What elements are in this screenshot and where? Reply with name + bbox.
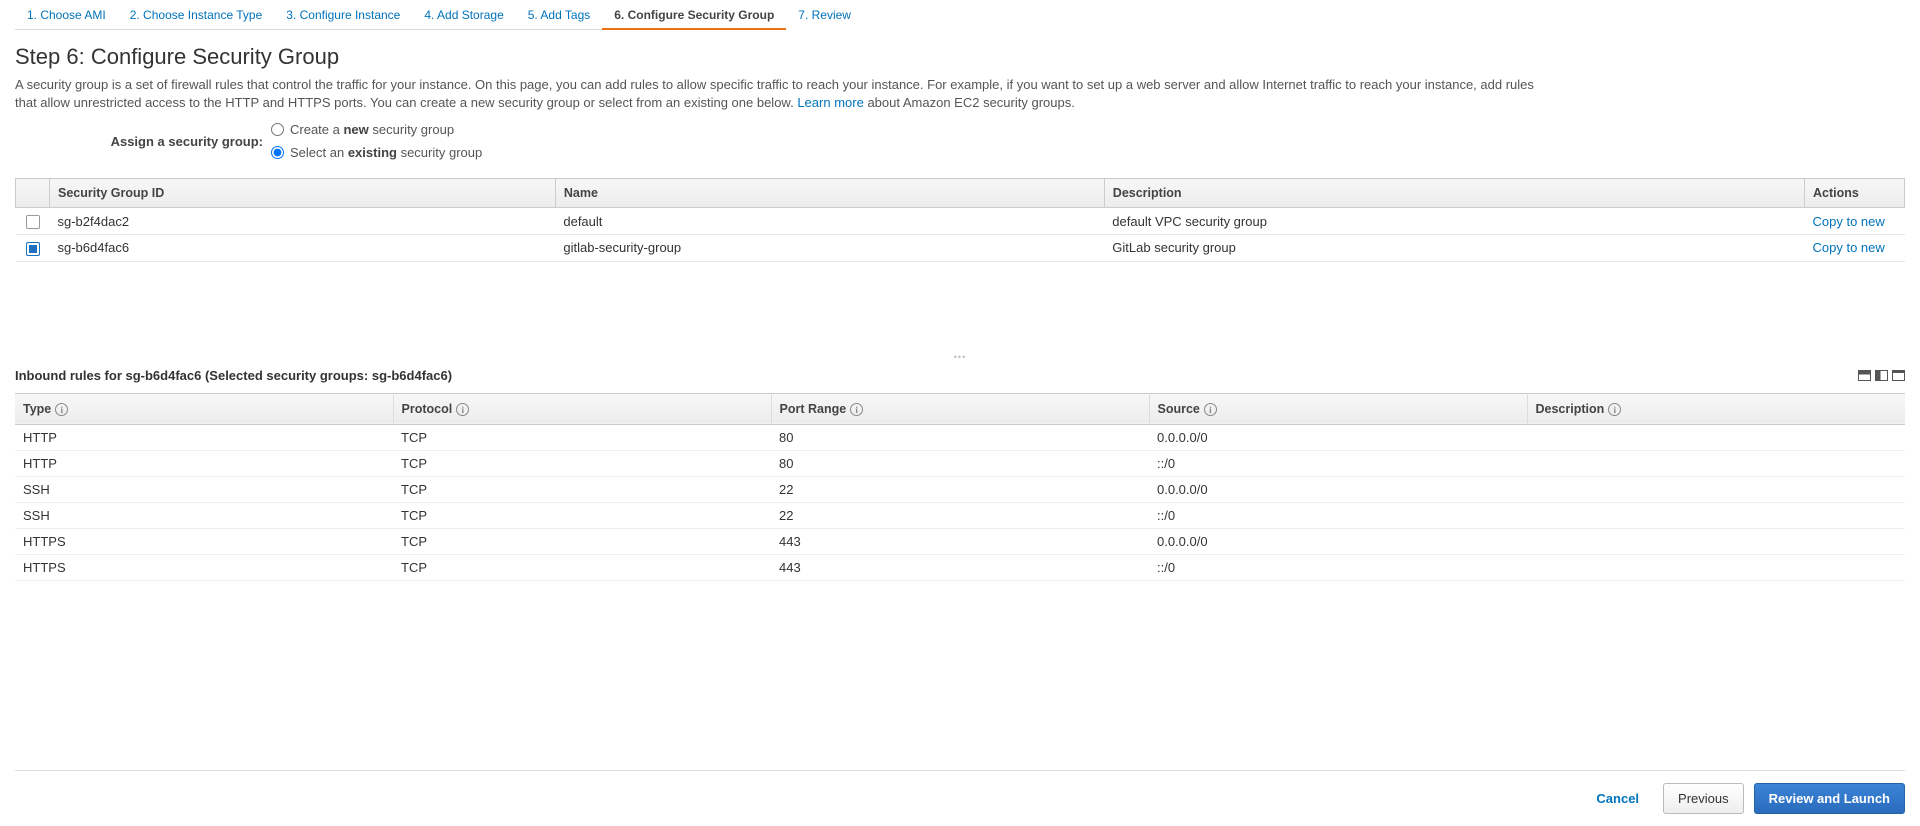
assign-radio-group: Create a new security group Select an ex… [271, 122, 482, 160]
view-mode-icons [1858, 370, 1905, 381]
previous-button[interactable]: Previous [1663, 783, 1744, 814]
sg-row-name: default [555, 208, 1104, 235]
page-description-after: about Amazon EC2 security groups. [867, 95, 1074, 110]
sg-row-id: sg-b2f4dac2 [50, 208, 556, 235]
copy-to-new-link[interactable]: Copy to new [1813, 214, 1885, 229]
rule-source: ::/0 [1149, 502, 1527, 528]
radio-create-new-label: Create a new security group [290, 122, 454, 137]
rule-description [1527, 476, 1905, 502]
rule-source: 0.0.0.0/0 [1149, 424, 1527, 450]
view-icon-split[interactable] [1875, 370, 1888, 381]
sg-row-checkbox[interactable] [26, 242, 40, 256]
rule-type: HTTPS [15, 554, 393, 580]
radio-create-new-input[interactable] [271, 123, 284, 136]
assign-security-group: Assign a security group: Create a new se… [15, 122, 1905, 160]
rule-description [1527, 502, 1905, 528]
rules-col-type[interactable]: Typei [15, 393, 393, 424]
rule-protocol: TCP [393, 554, 771, 580]
page-description-text: A security group is a set of firewall ru… [15, 77, 1534, 110]
rule-protocol: TCP [393, 476, 771, 502]
sg-row-description: GitLab security group [1104, 234, 1804, 261]
rules-col-description[interactable]: Descriptioni [1527, 393, 1905, 424]
rule-row: HTTPSTCP443::/0 [15, 554, 1905, 580]
rules-col-source[interactable]: Sourcei [1149, 393, 1527, 424]
rule-protocol: TCP [393, 528, 771, 554]
info-icon[interactable]: i [456, 403, 469, 416]
page-description: A security group is a set of firewall ru… [15, 76, 1545, 112]
rule-port: 22 [771, 476, 1149, 502]
inbound-header: Inbound rules for sg-b6d4fac6 (Selected … [15, 368, 1905, 383]
radio-select-existing-input[interactable] [271, 146, 284, 159]
rule-row: HTTPTCP800.0.0.0/0 [15, 424, 1905, 450]
assign-label: Assign a security group: [15, 134, 263, 149]
rule-protocol: TCP [393, 450, 771, 476]
rule-description [1527, 554, 1905, 580]
rule-description [1527, 424, 1905, 450]
learn-more-link[interactable]: Learn more [797, 95, 863, 110]
rule-row: SSHTCP22::/0 [15, 502, 1905, 528]
wizard-tab-0[interactable]: 1. Choose AMI [15, 2, 118, 30]
sg-col-name[interactable]: Name [555, 179, 1104, 208]
rules-col-protocol[interactable]: Protocoli [393, 393, 771, 424]
rule-source: ::/0 [1149, 554, 1527, 580]
view-icon-stacked[interactable] [1858, 370, 1871, 381]
rule-protocol: TCP [393, 502, 771, 528]
wizard-tab-3[interactable]: 4. Add Storage [412, 2, 515, 30]
wizard-tab-5[interactable]: 6. Configure Security Group [602, 2, 786, 30]
rule-source: ::/0 [1149, 450, 1527, 476]
rule-description [1527, 528, 1905, 554]
sg-row-name: gitlab-security-group [555, 234, 1104, 261]
rule-row: HTTPTCP80::/0 [15, 450, 1905, 476]
rules-col-port[interactable]: Port Rangei [771, 393, 1149, 424]
rule-type: HTTP [15, 424, 393, 450]
sg-row-id: sg-b6d4fac6 [50, 234, 556, 261]
rule-port: 443 [771, 554, 1149, 580]
rule-protocol: TCP [393, 424, 771, 450]
rule-port: 443 [771, 528, 1149, 554]
wizard-tab-6[interactable]: 7. Review [786, 2, 863, 30]
page-title: Step 6: Configure Security Group [15, 44, 1905, 70]
wizard-tab-1[interactable]: 2. Choose Instance Type [118, 2, 275, 30]
rule-port: 80 [771, 450, 1149, 476]
wizard-tab-2[interactable]: 3. Configure Instance [274, 2, 412, 30]
sg-col-id[interactable]: Security Group ID [50, 179, 556, 208]
rule-source: 0.0.0.0/0 [1149, 528, 1527, 554]
wizard-footer: Cancel Previous Review and Launch [15, 770, 1905, 814]
rule-row: SSHTCP220.0.0.0/0 [15, 476, 1905, 502]
info-icon[interactable]: i [55, 403, 68, 416]
info-icon[interactable]: i [1608, 403, 1621, 416]
radio-select-existing[interactable]: Select an existing security group [271, 145, 482, 160]
rule-type: HTTP [15, 450, 393, 476]
inbound-title: Inbound rules for sg-b6d4fac6 (Selected … [15, 368, 452, 383]
sg-row[interactable]: sg-b6d4fac6gitlab-security-groupGitLab s… [16, 234, 1905, 261]
sg-row-description: default VPC security group [1104, 208, 1804, 235]
radio-create-new[interactable]: Create a new security group [271, 122, 482, 137]
rule-type: SSH [15, 476, 393, 502]
inbound-rules-table: Typei Protocoli Port Rangei Sourcei Desc… [15, 393, 1905, 581]
wizard-tab-4[interactable]: 5. Add Tags [516, 2, 603, 30]
info-icon[interactable]: i [1204, 403, 1217, 416]
rule-row: HTTPSTCP4430.0.0.0/0 [15, 528, 1905, 554]
rule-type: HTTPS [15, 528, 393, 554]
pane-resize-handle[interactable]: ••• [15, 352, 1905, 362]
copy-to-new-link[interactable]: Copy to new [1813, 240, 1885, 255]
sg-row[interactable]: sg-b2f4dac2defaultdefault VPC security g… [16, 208, 1905, 235]
review-and-launch-button[interactable]: Review and Launch [1754, 783, 1905, 814]
radio-select-existing-label: Select an existing security group [290, 145, 482, 160]
rule-type: SSH [15, 502, 393, 528]
security-groups-table: Security Group ID Name Description Actio… [15, 178, 1905, 261]
rule-description [1527, 450, 1905, 476]
view-icon-full[interactable] [1892, 370, 1905, 381]
wizard-tabs: 1. Choose AMI2. Choose Instance Type3. C… [15, 0, 1905, 30]
rule-port: 22 [771, 502, 1149, 528]
sg-col-description[interactable]: Description [1104, 179, 1804, 208]
info-icon[interactable]: i [850, 403, 863, 416]
cancel-button[interactable]: Cancel [1582, 784, 1653, 813]
rule-port: 80 [771, 424, 1149, 450]
sg-row-checkbox[interactable] [26, 215, 40, 229]
sg-col-actions: Actions [1805, 179, 1905, 208]
rule-source: 0.0.0.0/0 [1149, 476, 1527, 502]
sg-col-checkbox [16, 179, 50, 208]
